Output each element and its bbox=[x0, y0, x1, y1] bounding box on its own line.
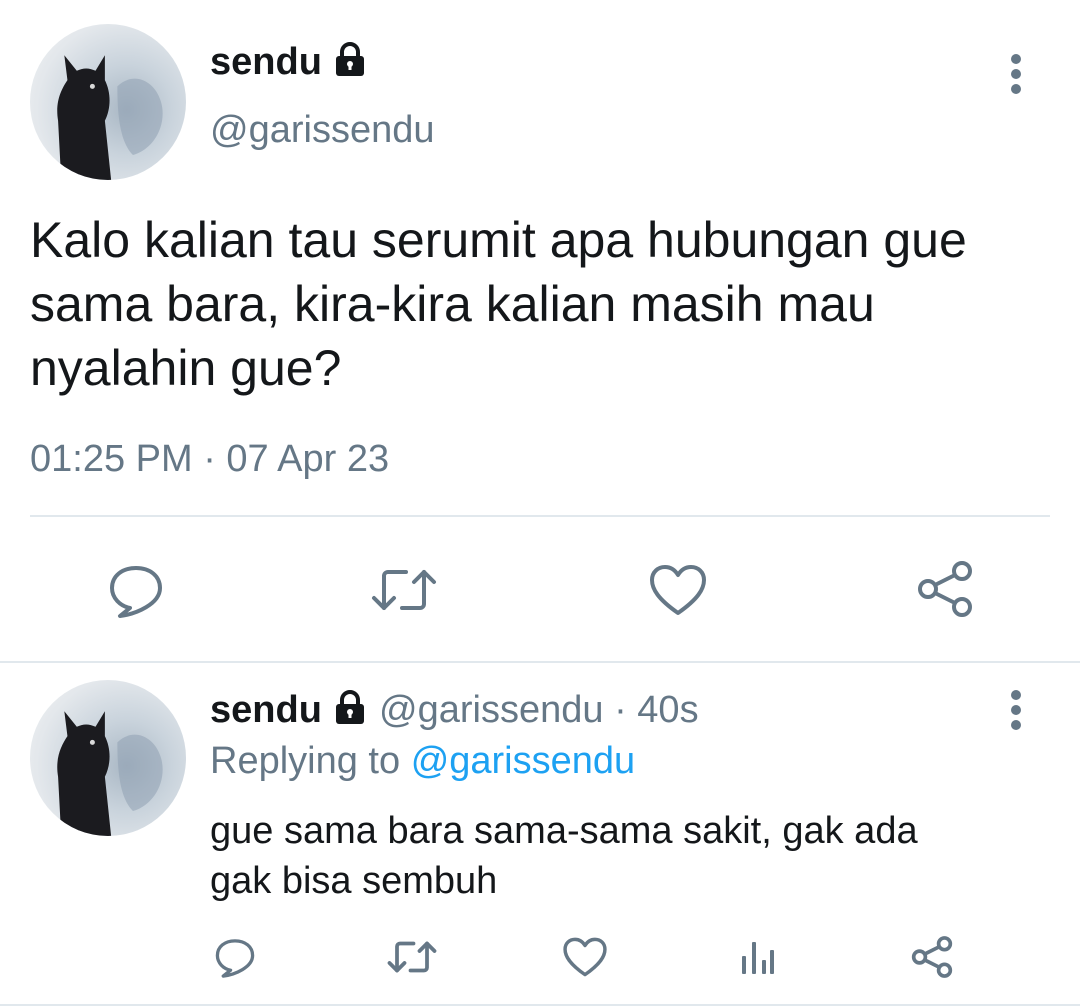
more-vertical-icon bbox=[1011, 54, 1021, 94]
lock-icon bbox=[332, 690, 368, 734]
share-button[interactable] bbox=[910, 556, 980, 622]
divider bbox=[30, 515, 1050, 517]
lock-icon bbox=[332, 42, 368, 86]
tweet-text: Kalo kalian tau serumit apa hubungan gue… bbox=[30, 208, 967, 400]
retweet-icon bbox=[387, 941, 437, 973]
timestamp[interactable]: 01:25 PM · 07 Apr 23 bbox=[30, 436, 389, 482]
reply-button[interactable] bbox=[100, 558, 172, 622]
more-vertical-icon bbox=[1011, 690, 1021, 730]
reply-text: gue sama bara sama-sama sakit, gak ada g… bbox=[210, 806, 918, 906]
like-button[interactable] bbox=[642, 558, 714, 622]
cat-avatar-image bbox=[57, 711, 163, 836]
comment-icon bbox=[110, 566, 162, 618]
reply-header: sendu @garissendu · 40s bbox=[210, 688, 699, 734]
retweet-button[interactable] bbox=[366, 558, 442, 622]
analytics-icon bbox=[742, 942, 774, 974]
divider bbox=[0, 661, 1080, 663]
separator: · bbox=[614, 689, 627, 731]
display-name-text[interactable]: sendu bbox=[210, 41, 322, 83]
heart-icon bbox=[563, 937, 607, 977]
share-icon bbox=[918, 561, 972, 617]
divider bbox=[0, 1004, 1080, 1006]
tweet-age[interactable]: 40s bbox=[637, 689, 698, 731]
replying-to: Replying to @garissendu bbox=[210, 738, 635, 784]
avatar[interactable] bbox=[30, 24, 186, 180]
tweet-text-line: Kalo kalian tau serumit apa hubungan gue bbox=[30, 212, 967, 268]
replying-prefix: Replying to bbox=[210, 740, 401, 782]
share-button[interactable] bbox=[906, 932, 958, 982]
display-name[interactable]: sendu bbox=[210, 40, 368, 86]
reply-button[interactable] bbox=[210, 934, 260, 980]
like-button[interactable] bbox=[560, 934, 610, 980]
heart-icon bbox=[650, 565, 706, 615]
tweet-text-line: gak bisa sembuh bbox=[210, 860, 498, 902]
tweet-text-line: sama bara, kira-kira kalian masih mau bbox=[30, 276, 875, 332]
cat-avatar-image bbox=[57, 55, 163, 180]
retweet-button[interactable] bbox=[382, 934, 442, 980]
tweet-text-line: nyalahin gue? bbox=[30, 340, 342, 396]
tweet-text-line: gue sama bara sama-sama sakit, gak ada bbox=[210, 810, 918, 852]
retweet-icon bbox=[372, 570, 436, 610]
share-icon bbox=[911, 936, 953, 978]
avatar[interactable] bbox=[30, 680, 186, 836]
comment-icon bbox=[215, 939, 255, 978]
handle[interactable]: @garissendu bbox=[379, 689, 603, 731]
more-options-button[interactable] bbox=[996, 680, 1036, 740]
display-name-text[interactable]: sendu bbox=[210, 689, 322, 731]
analytics-button[interactable] bbox=[736, 934, 780, 980]
handle[interactable]: @garissendu bbox=[210, 108, 434, 152]
more-options-button[interactable] bbox=[996, 44, 1036, 104]
replying-handle-link[interactable]: @garissendu bbox=[411, 740, 635, 782]
